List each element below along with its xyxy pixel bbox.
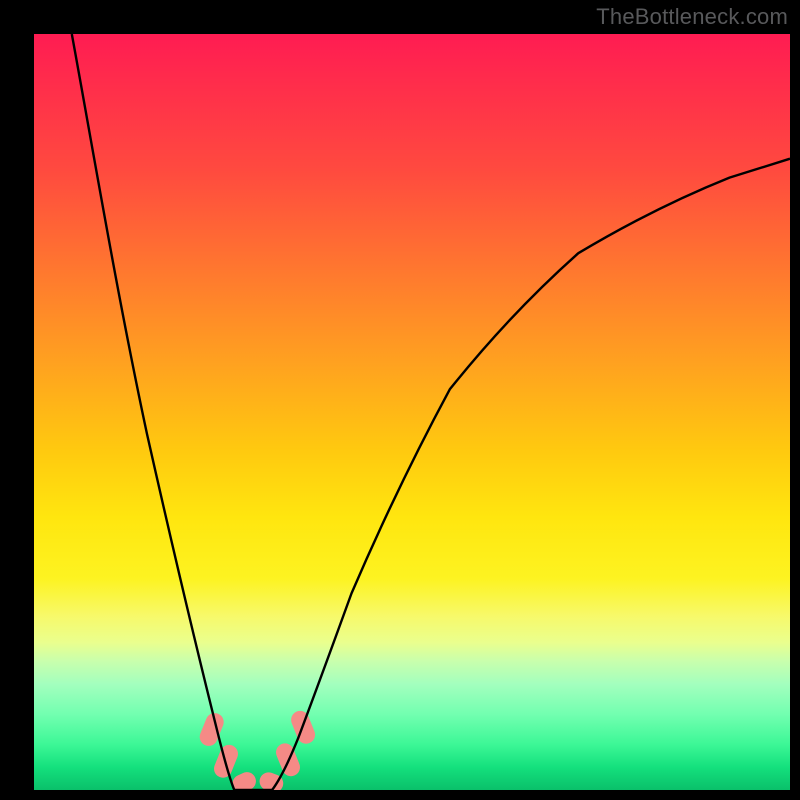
marker-pill [197, 710, 226, 748]
curve-left-branch [72, 34, 235, 790]
curve-right [272, 159, 790, 790]
watermark-text: TheBottleneck.com [596, 4, 788, 30]
chart-root: TheBottleneck.com [0, 0, 800, 800]
curve-layer [34, 34, 790, 790]
plot-area [34, 34, 790, 790]
